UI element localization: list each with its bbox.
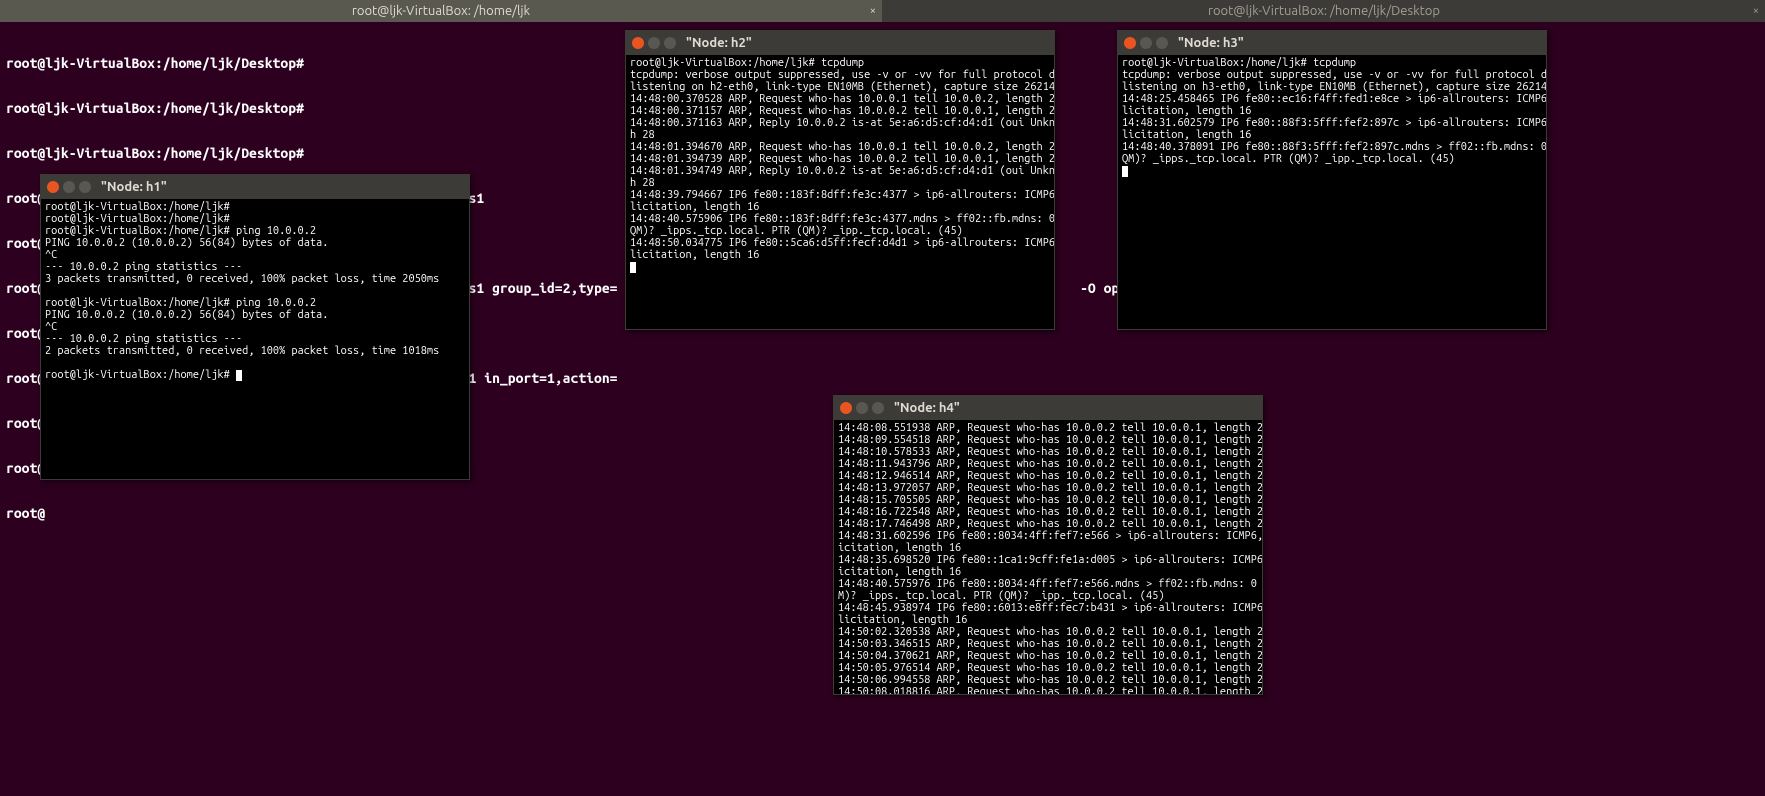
window-controls [1124,37,1168,49]
close-icon[interactable]: × [1753,0,1759,22]
terminal-output: root@ljk-VirtualBox:/home/ljk# tcpdump t… [630,57,1054,261]
titlebar[interactable]: "Node: h1" [41,175,469,199]
titlebar[interactable]: "Node: h3" [1118,31,1546,55]
terminal-tabbar: root@ljk-VirtualBox: /home/ljk × root@lj… [0,0,1765,22]
minimize-icon[interactable] [63,181,75,193]
close-icon[interactable] [840,402,852,414]
terminal-body[interactable]: root@ljk-VirtualBox:/home/ljk# tcpdump t… [626,55,1054,329]
tab-title: root@ljk-VirtualBox: /home/ljk [352,4,530,18]
window-title: "Node: h4" [894,396,960,420]
maximize-icon[interactable] [1156,37,1168,49]
window-controls [47,181,91,193]
maximize-icon[interactable] [79,181,91,193]
cursor-icon [236,370,242,381]
terminal-output: root@ljk-VirtualBox:/home/ljk# root@ljk-… [45,201,439,381]
maximize-icon[interactable] [872,402,884,414]
cursor-icon [630,262,636,273]
terminal-body[interactable]: root@ljk-VirtualBox:/home/ljk# tcpdump t… [1118,55,1546,329]
terminal-output: 14:48:08.551938 ARP, Request who-has 10.… [838,422,1262,694]
window-node-h2[interactable]: "Node: h2" root@ljk-VirtualBox:/home/ljk… [625,30,1055,330]
terminal-tab-0[interactable]: root@ljk-VirtualBox: /home/ljk × [0,0,882,22]
titlebar[interactable]: "Node: h4" [834,396,1262,420]
minimize-icon[interactable] [856,402,868,414]
terminal-tab-1[interactable]: root@ljk-VirtualBox: /home/ljk/Desktop × [883,0,1765,22]
window-node-h3[interactable]: "Node: h3" root@ljk-VirtualBox:/home/ljk… [1117,30,1547,330]
window-title: "Node: h1" [101,175,167,199]
terminal-body[interactable]: 14:48:08.551938 ARP, Request who-has 10.… [834,420,1262,694]
close-icon[interactable]: × [870,0,876,22]
terminal-output: root@ljk-VirtualBox:/home/ljk# tcpdump t… [1122,57,1546,165]
titlebar[interactable]: "Node: h2" [626,31,1054,55]
terminal-body[interactable]: root@ljk-VirtualBox:/home/ljk# root@ljk-… [41,199,469,479]
window-title: "Node: h3" [1178,31,1244,55]
window-controls [632,37,676,49]
close-icon[interactable] [632,37,644,49]
close-icon[interactable] [1124,37,1136,49]
minimize-icon[interactable] [648,37,660,49]
window-node-h1[interactable]: "Node: h1" root@ljk-VirtualBox:/home/ljk… [40,174,470,480]
desktop: ↑↓ En root@ljk-VirtualBox: /home/ljk × r… [0,0,1765,796]
maximize-icon[interactable] [664,37,676,49]
window-title: "Node: h2" [686,31,752,55]
window-controls [840,402,884,414]
close-icon[interactable] [47,181,59,193]
tab-title: root@ljk-VirtualBox: /home/ljk/Desktop [1208,4,1440,18]
cursor-icon [1122,166,1128,177]
window-node-h4[interactable]: "Node: h4" 14:48:08.551938 ARP, Request … [833,395,1263,695]
minimize-icon[interactable] [1140,37,1152,49]
